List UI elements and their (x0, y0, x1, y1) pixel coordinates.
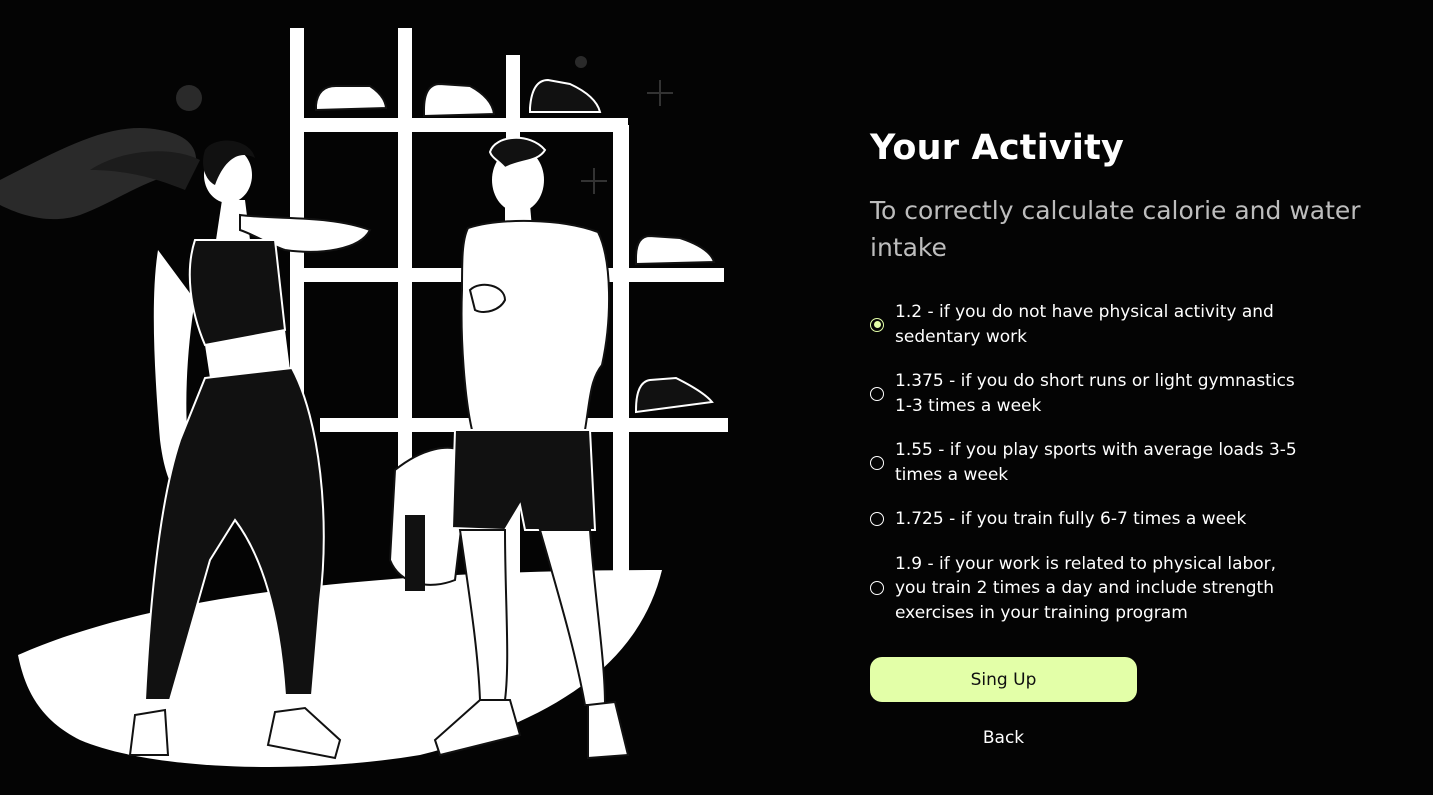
back-link[interactable]: Back (870, 728, 1137, 748)
page-title: Your Activity (870, 128, 1125, 168)
activity-option-1-2[interactable]: 1.2 - if you do not have physical activi… (870, 300, 1415, 349)
radio-icon[interactable] (870, 581, 884, 596)
radio-selected-icon[interactable] (870, 317, 884, 332)
radio-icon[interactable] (870, 512, 884, 527)
fitness-illustration (0, 28, 728, 767)
option-label: 1.375 - if you do short runs or light gy… (895, 371, 1295, 416)
activity-option-1-9[interactable]: 1.9 - if your work is related to physica… (870, 552, 1415, 626)
option-label: 1.725 - if you train fully 6-7 times a w… (895, 509, 1247, 529)
option-label: 1.9 - if your work is related to physica… (895, 553, 1277, 623)
radio-icon[interactable] (870, 386, 884, 401)
activity-option-1-725[interactable]: 1.725 - if you train fully 6-7 times a w… (870, 507, 1415, 532)
activity-form: Your Activity To correctly calculate cal… (870, 124, 1415, 748)
option-label: 1.55 - if you play sports with average l… (895, 440, 1297, 485)
activity-option-1-55[interactable]: 1.55 - if you play sports with average l… (870, 438, 1415, 487)
signup-button[interactable]: Sing Up (870, 657, 1137, 702)
activity-page: Your Activity To correctly calculate cal… (0, 0, 1433, 795)
radio-icon[interactable] (870, 455, 884, 470)
option-label: 1.2 - if you do not have physical activi… (895, 302, 1274, 347)
activity-option-1-375[interactable]: 1.375 - if you do short runs or light gy… (870, 369, 1415, 418)
page-subtitle: To correctly calculate calorie and water… (870, 196, 1361, 262)
activity-options: 1.2 - if you do not have physical activi… (870, 300, 1415, 625)
